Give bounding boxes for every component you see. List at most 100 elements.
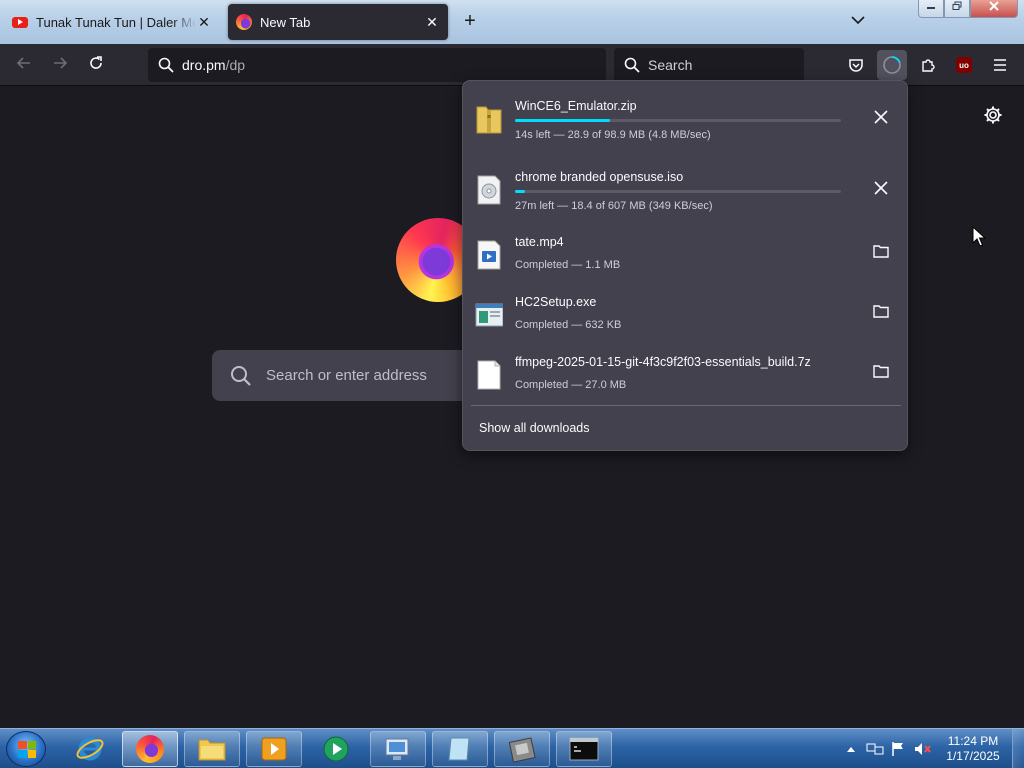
tab-youtube[interactable]: Tunak Tunak Tun | Daler Mehndi ✕ (4, 4, 220, 40)
youtube-icon (12, 16, 28, 28)
command-prompt-icon (569, 737, 599, 761)
hamburger-menu-icon (994, 59, 1006, 71)
show-in-folder-button[interactable] (871, 301, 891, 321)
forward-button[interactable] (46, 52, 74, 78)
tab-close-icon[interactable]: ✕ (424, 14, 440, 31)
close-icon (874, 181, 888, 195)
taskbar-media-center[interactable] (308, 731, 364, 767)
zip-file-icon (476, 106, 502, 134)
list-all-tabs-button[interactable] (846, 12, 870, 32)
tab-close-icon[interactable]: ✕ (196, 14, 212, 31)
cancel-download-button[interactable] (871, 178, 891, 198)
forward-arrow-icon (54, 57, 68, 69)
show-desktop-button[interactable] (1012, 729, 1024, 768)
extensions-button[interactable] (913, 50, 943, 80)
disc-image-icon (477, 175, 501, 205)
close-icon (989, 1, 999, 11)
divider (471, 405, 901, 406)
search-bar[interactable]: Search (614, 48, 804, 82)
gear-icon (984, 106, 1002, 124)
restore-icon (952, 1, 962, 10)
reload-button[interactable] (82, 52, 110, 78)
start-button[interactable] (6, 731, 46, 767)
taskbar-file-explorer[interactable] (184, 731, 240, 767)
folder-icon (873, 245, 889, 258)
reload-icon (90, 56, 102, 69)
search-icon (624, 57, 640, 73)
tab-new-tab[interactable]: New Tab ✕ (228, 4, 448, 40)
clock-date: 1/17/2025 (946, 749, 1000, 763)
download-item[interactable]: tate.mp4 Completed — 1.1 MB (471, 227, 901, 283)
folder-icon (873, 365, 889, 378)
search-bar-placeholder: Search (648, 57, 693, 73)
volume-muted-icon[interactable] (914, 741, 932, 757)
cancel-download-button[interactable] (871, 107, 891, 127)
restore-button[interactable] (944, 0, 970, 18)
show-all-downloads-label: Show all downloads (479, 421, 590, 435)
firefox-icon (136, 735, 164, 763)
download-item[interactable]: chrome branded opensuse.iso 27m left — 1… (471, 162, 901, 218)
tab-title: Tunak Tunak Tun | Daler Mehndi (36, 14, 196, 30)
tab-title: New Tab (260, 14, 311, 30)
video-file-icon (477, 240, 501, 270)
show-all-downloads-button[interactable]: Show all downloads (479, 421, 590, 435)
download-item[interactable]: ffmpeg-2025-01-15-git-4f3c9f2f03-essenti… (471, 347, 901, 403)
downloads-panel: WinCE6_Emulator.zip 14s left — 28.9 of 9… (462, 80, 908, 451)
system-clock[interactable]: 11:24 PM 1/17/2025 (938, 734, 1008, 764)
back-button[interactable] (10, 52, 38, 78)
puzzle-icon (922, 59, 935, 72)
download-item[interactable]: WinCE6_Emulator.zip 14s left — 28.9 of 9… (471, 91, 901, 147)
network-icon[interactable] (866, 741, 884, 757)
download-item[interactable]: HC2Setup.exe Completed — 632 KB (471, 287, 901, 343)
app-menu-button[interactable] (985, 50, 1015, 80)
taskbar-command-prompt[interactable] (556, 731, 612, 767)
taskbar: 11:24 PM 1/17/2025 (0, 728, 1024, 768)
utility-app-icon (508, 737, 536, 763)
download-progress-bar (515, 119, 841, 122)
ublock-icon: uo (956, 57, 972, 73)
download-status: Completed — 632 KB (515, 319, 622, 331)
download-file-name: HC2Setup.exe (515, 295, 597, 309)
minimize-icon (927, 7, 935, 9)
taskbar-utility-app[interactable] (494, 731, 550, 767)
new-tab-button[interactable]: + (458, 10, 482, 34)
windows-logo-icon (18, 741, 36, 758)
customize-newtab-button[interactable] (982, 104, 1004, 126)
download-progress-bar (515, 190, 841, 193)
tab-strip: Tunak Tunak Tun | Daler Mehndi ✕ New Tab… (0, 0, 1024, 44)
minimize-button[interactable] (918, 0, 944, 18)
show-hidden-icons-icon[interactable] (846, 745, 856, 753)
taskbar-firefox[interactable] (122, 731, 178, 767)
url-path: /dp (225, 57, 246, 73)
download-file-name: chrome branded opensuse.iso (515, 170, 684, 184)
download-file-name: tate.mp4 (515, 235, 564, 249)
show-in-folder-button[interactable] (871, 241, 891, 261)
download-status: Completed — 1.1 MB (515, 259, 621, 271)
media-player-icon (261, 737, 287, 761)
downloads-button[interactable] (877, 50, 907, 80)
firefox-icon (236, 14, 252, 30)
show-in-folder-button[interactable] (871, 361, 891, 381)
download-status: 14s left — 28.9 of 98.9 MB (4.8 MB/sec) (515, 129, 711, 141)
mouse-cursor-icon (972, 226, 986, 247)
back-arrow-icon (16, 57, 30, 69)
taskbar-internet-explorer[interactable] (62, 731, 118, 767)
pocket-icon (849, 59, 863, 72)
close-window-button[interactable] (970, 0, 1018, 18)
newtab-search-placeholder: Search or enter address (266, 367, 427, 384)
clock-time: 11:24 PM (947, 734, 999, 748)
action-center-flag-icon[interactable] (890, 741, 906, 757)
notepad-icon (448, 737, 470, 761)
folder-icon (873, 305, 889, 318)
taskbar-notepad-app[interactable] (432, 731, 488, 767)
url-host: dro.pm (182, 57, 226, 73)
media-center-icon (323, 736, 349, 762)
ublock-origin-button[interactable]: uo (949, 50, 979, 80)
download-status: Completed — 27.0 MB (515, 379, 627, 391)
download-status: 27m left — 18.4 of 607 MB (349 KB/sec) (515, 200, 713, 212)
url-bar[interactable]: dro.pm/dp (148, 48, 606, 82)
pocket-button[interactable] (841, 50, 871, 80)
taskbar-control-panel[interactable] (370, 731, 426, 767)
taskbar-media-player[interactable] (246, 731, 302, 767)
download-progress-icon (883, 56, 901, 74)
